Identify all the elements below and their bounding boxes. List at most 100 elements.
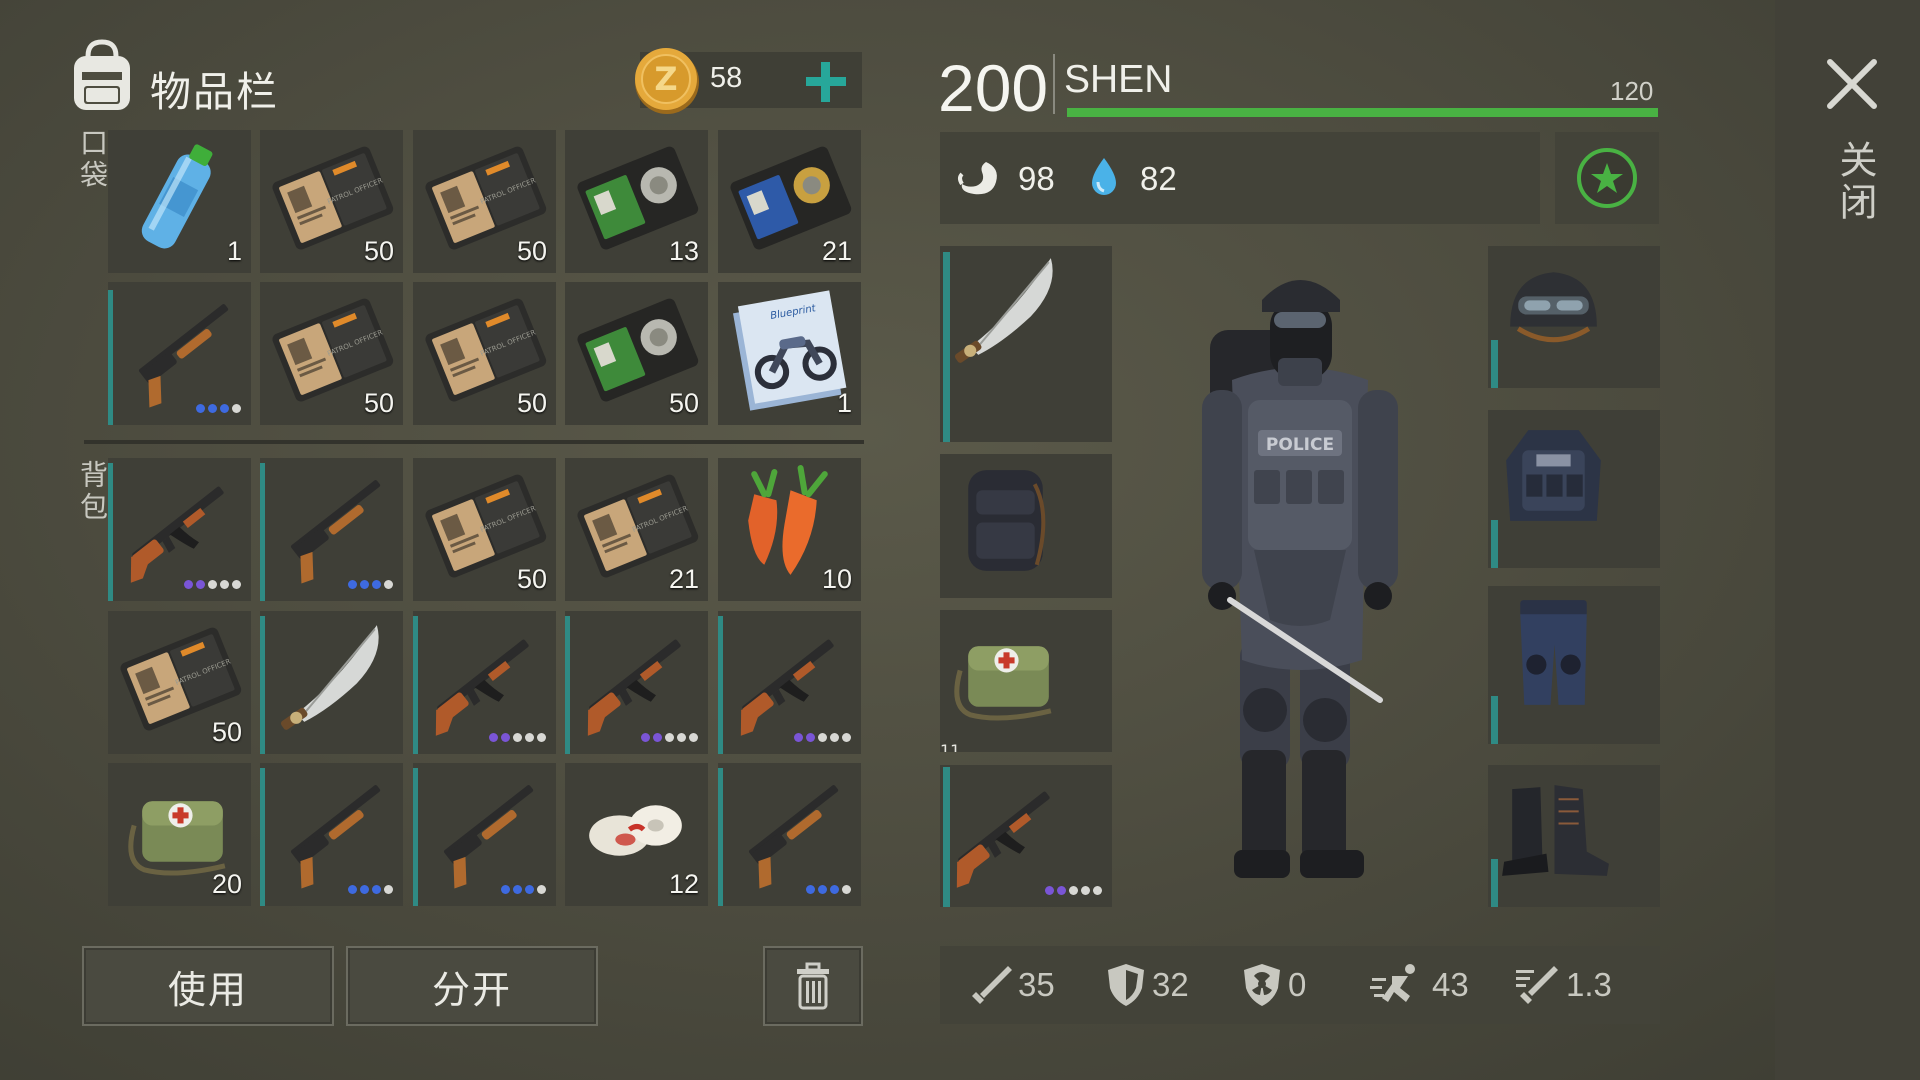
item-count: 1 <box>226 236 242 266</box>
durability-bar <box>260 616 265 754</box>
durability-bar <box>565 616 570 754</box>
inventory-slot[interactable]: 1 <box>108 130 251 273</box>
section-divider <box>84 440 864 444</box>
inventory-slot[interactable] <box>718 611 861 754</box>
quality-dot <box>1045 886 1054 895</box>
defense-value: 32 <box>1152 966 1189 1003</box>
inventory-slot[interactable] <box>1488 410 1660 568</box>
star-badge-icon <box>1577 148 1637 208</box>
inventory-slot[interactable]: PATROL OFFICER 50 <box>413 282 556 425</box>
quality-dots <box>1045 886 1102 895</box>
inventory-slot[interactable] <box>413 611 556 754</box>
perks-button[interactable] <box>1555 132 1659 224</box>
inventory-slot[interactable] <box>108 282 251 425</box>
durability-bar <box>943 767 950 907</box>
item-count: 1 <box>836 388 852 418</box>
quality-dots <box>184 580 241 589</box>
quality-dot <box>184 580 193 589</box>
use-button[interactable]: 使用 <box>82 946 334 1026</box>
quality-dot <box>1057 886 1066 895</box>
water-bottle-icon <box>114 132 245 263</box>
inventory-slot[interactable]: 12 <box>565 763 708 906</box>
inventory-slot[interactable]: PATROL OFFICER 50 <box>260 282 403 425</box>
durability-bar <box>413 616 418 754</box>
add-coins-button[interactable] <box>800 56 852 108</box>
item-count: 12 <box>668 869 699 899</box>
quality-dot <box>1069 886 1078 895</box>
quality-dot <box>806 885 815 894</box>
inventory-slot[interactable] <box>1488 765 1660 907</box>
quality-dot <box>689 733 698 742</box>
inventory-slot[interactable] <box>1488 246 1660 388</box>
quality-dot <box>525 733 534 742</box>
resistance-value: 0 <box>1288 966 1307 1003</box>
inventory-slot[interactable]: PATROL OFFICER 21 <box>565 458 708 601</box>
inventory-slot[interactable]: 50 <box>565 282 708 425</box>
inventory-slot[interactable]: 10 <box>718 458 861 601</box>
inventory-slot[interactable] <box>413 763 556 906</box>
quality-dot <box>489 733 498 742</box>
quality-dot <box>1093 886 1102 895</box>
quality-dot <box>232 580 241 589</box>
blueprint-motorcycle-icon: Blueprint <box>724 284 855 415</box>
inventory-slot[interactable]: PATROL OFFICER 50 <box>108 611 251 754</box>
inventory-title: 物品栏 <box>150 68 279 116</box>
inventory-slot[interactable]: 11 <box>940 610 1112 752</box>
quality-dot <box>641 733 650 742</box>
ak-rifle-icon <box>940 765 1112 896</box>
inventory-slot[interactable] <box>565 611 708 754</box>
inventory-slot[interactable] <box>108 458 251 601</box>
quality-dot <box>220 404 229 413</box>
armor-shield-icon <box>1106 962 1146 1008</box>
quality-dot <box>842 885 851 894</box>
item-count: 50 <box>363 236 394 266</box>
quality-dot <box>806 733 815 742</box>
item-count: 50 <box>668 388 699 418</box>
inventory-slot[interactable] <box>1488 586 1660 744</box>
close-button[interactable] <box>1824 56 1880 112</box>
inventory-slot[interactable] <box>718 763 861 906</box>
inventory-slot[interactable]: 13 <box>565 130 708 273</box>
quality-dots <box>196 404 241 413</box>
item-count: 21 <box>668 564 699 594</box>
durability-bar <box>1491 859 1498 907</box>
quality-dots <box>806 885 851 894</box>
running-icon <box>1370 962 1426 1006</box>
split-button[interactable]: 分开 <box>346 946 598 1026</box>
inventory-slot[interactable] <box>940 246 1112 442</box>
tactical-pants-icon <box>1488 586 1660 717</box>
inventory-slot[interactable]: 20 <box>108 763 251 906</box>
inventory-slot[interactable] <box>940 454 1112 598</box>
inventory-slot[interactable]: PATROL OFFICER 50 <box>413 130 556 273</box>
inventory-slot[interactable] <box>260 763 403 906</box>
pump-shotgun-icon <box>114 284 245 415</box>
quality-dot <box>842 733 851 742</box>
inventory-slot[interactable] <box>260 611 403 754</box>
inventory-slot[interactable]: PATROL OFFICER 50 <box>260 130 403 273</box>
header-separator <box>1053 54 1055 114</box>
character-model: POLICE <box>1150 260 1450 900</box>
quality-dot <box>232 404 241 413</box>
quality-dot <box>830 885 839 894</box>
quality-dot <box>501 733 510 742</box>
quality-dot <box>196 404 205 413</box>
quality-dot <box>372 580 381 589</box>
multiplier-value: 1.3 <box>1566 966 1612 1003</box>
ak-rifle-icon <box>419 613 550 744</box>
close-label[interactable]: 关闭 <box>1828 140 1883 224</box>
backpack-icon <box>66 38 138 114</box>
delete-button[interactable] <box>763 946 863 1026</box>
inventory-slot[interactable]: Blueprint 1 <box>718 282 861 425</box>
quality-dot <box>220 580 229 589</box>
inventory-slot[interactable] <box>940 765 1112 907</box>
inventory-slot[interactable]: PATROL OFFICER 50 <box>413 458 556 601</box>
quality-dot <box>794 733 803 742</box>
inventory-slot[interactable] <box>260 458 403 601</box>
quality-dot <box>818 885 827 894</box>
quality-dot <box>525 885 534 894</box>
inventory-slot[interactable]: 21 <box>718 130 861 273</box>
food-value: 98 <box>1018 160 1055 197</box>
durability-bar <box>108 290 113 425</box>
quality-dot <box>360 885 369 894</box>
quality-dot <box>537 885 546 894</box>
